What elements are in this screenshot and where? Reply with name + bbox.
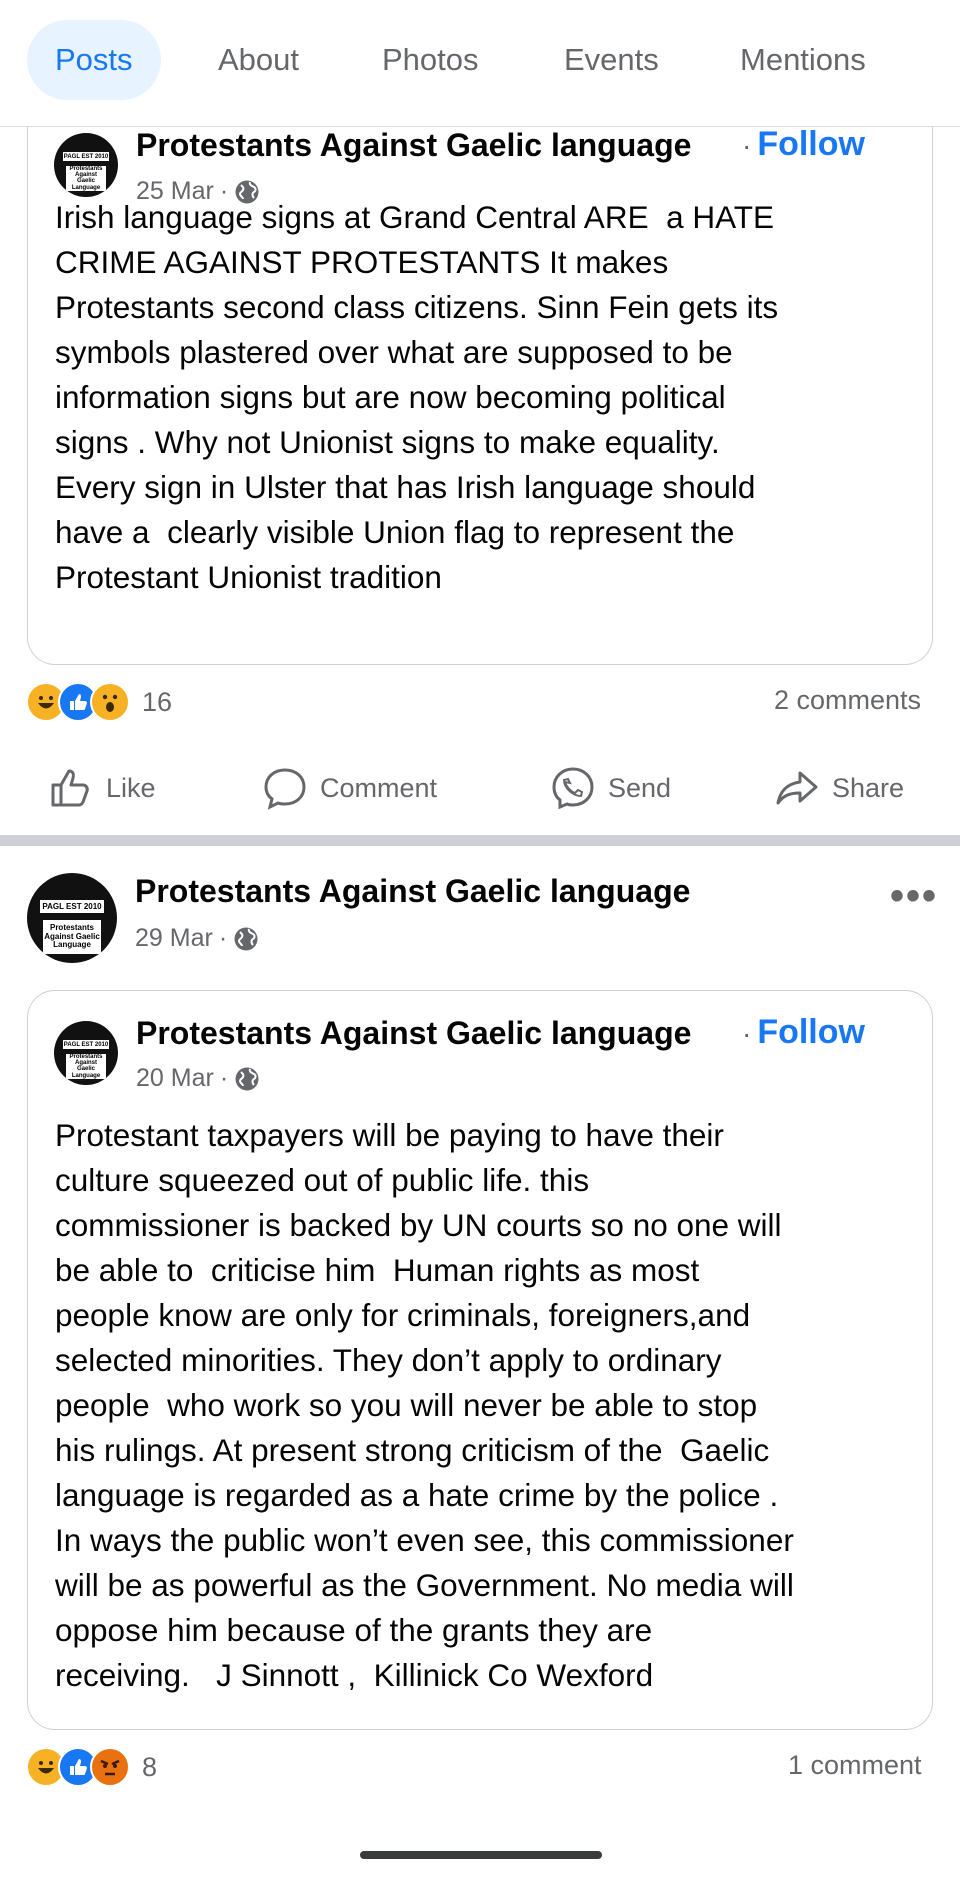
home-indicator[interactable] <box>360 1851 602 1859</box>
send-button[interactable]: Send <box>550 740 671 836</box>
tab-events[interactable]: Events <box>564 20 659 100</box>
page-avatar[interactable]: PAGL EST 2010 Protestants Against Gaelic… <box>54 1021 118 1085</box>
tab-about[interactable]: About <box>218 20 299 100</box>
comment-button[interactable]: Comment <box>262 740 437 836</box>
comment-count[interactable]: 1 comment <box>788 1750 922 1781</box>
reaction-summary[interactable]: 8 <box>26 1747 157 1787</box>
tab-photos[interactable]: Photos <box>382 20 479 100</box>
post-divider <box>0 835 960 846</box>
post-author-name[interactable]: Protestants Against Gaelic language <box>135 873 690 910</box>
post-actions: Like Comment Send Share <box>0 740 960 836</box>
globe-icon <box>234 927 258 950</box>
wow-reaction-icon <box>90 682 130 722</box>
reaction-count: 16 <box>142 686 173 717</box>
more-options-icon[interactable]: ••• <box>890 874 938 919</box>
like-button[interactable]: Like <box>48 740 156 836</box>
post-meta: 20 Mar · <box>136 1064 260 1093</box>
follow-button[interactable]: · Follow <box>742 125 865 164</box>
reaction-count: 8 <box>142 1751 158 1782</box>
shared-post-card[interactable]: PAGL EST 2010 Protestants Against Gaelic… <box>27 990 933 1730</box>
shared-post-card[interactable]: PAGL EST 2010 Protestants Against Gaelic… <box>27 80 933 665</box>
page-avatar[interactable]: PAGL EST 2010 Protestants Against Gaelic… <box>27 873 117 963</box>
post-body: Protestant taxpayers will be paying to h… <box>55 1117 794 1693</box>
shared-author-name[interactable]: Protestants Against Gaelic language <box>136 1015 691 1052</box>
share-button[interactable]: Share <box>774 740 904 836</box>
reaction-summary[interactable]: 16 <box>26 682 172 722</box>
share-icon <box>776 771 818 805</box>
post-date[interactable]: 29 Mar <box>135 924 213 953</box>
post-body: Irish language signs at Grand Central AR… <box>55 199 779 595</box>
comment-icon <box>264 768 306 810</box>
thumbs-up-icon <box>51 769 89 807</box>
globe-icon <box>235 1067 259 1090</box>
page-avatar[interactable]: PAGL EST 2010 Protestants Against Gaelic… <box>54 133 118 197</box>
shared-author-name[interactable]: Protestants Against Gaelic language <box>136 127 691 164</box>
angry-reaction-icon <box>90 1747 130 1787</box>
follow-button[interactable]: · Follow <box>742 1013 865 1052</box>
tab-posts[interactable]: Posts <box>27 20 161 100</box>
profile-tabs: Posts About Photos Events Mentions <box>0 0 960 127</box>
messenger-icon <box>552 767 594 810</box>
tab-mentions[interactable]: Mentions <box>740 20 866 100</box>
post-meta: 29 Mar · <box>135 924 259 953</box>
comment-count[interactable]: 2 comments <box>774 685 921 716</box>
post-date[interactable]: 20 Mar <box>136 1064 214 1093</box>
